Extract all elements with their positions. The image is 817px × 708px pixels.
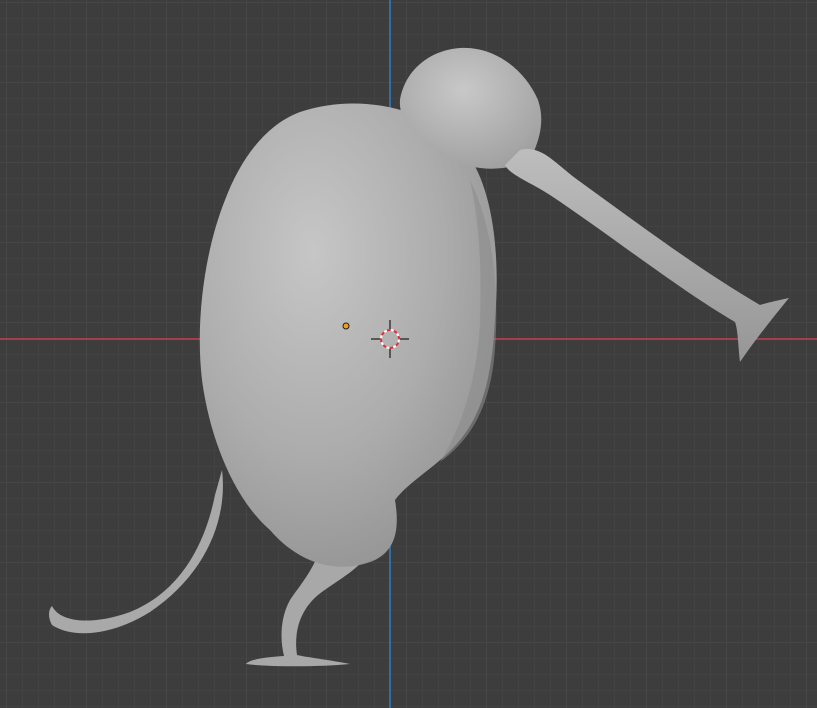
3d-viewport[interactable] [0, 0, 817, 708]
object-origin-point[interactable] [342, 322, 350, 330]
